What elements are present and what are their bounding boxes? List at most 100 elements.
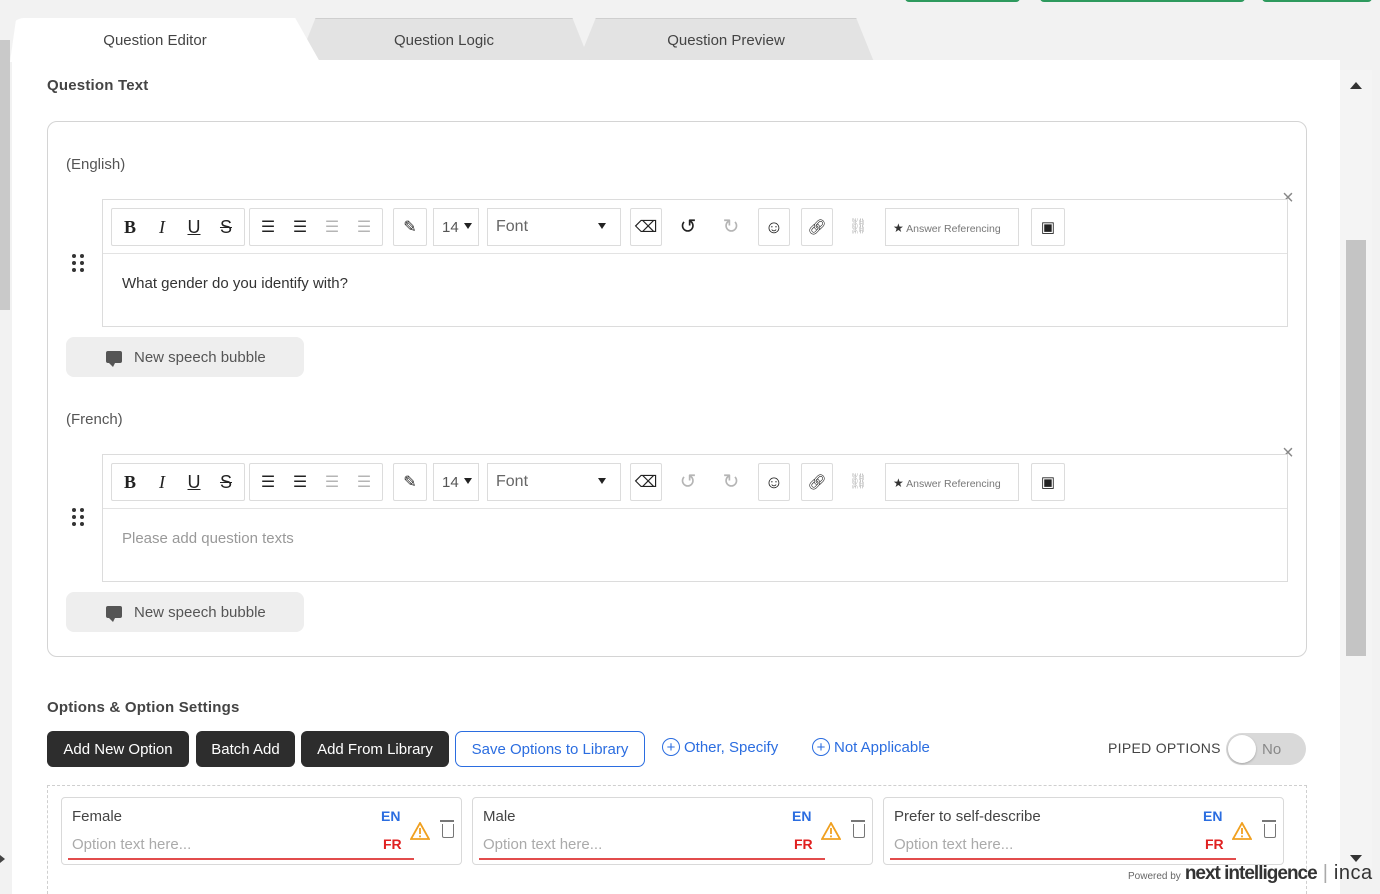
tab-label: Question Preview	[667, 31, 785, 49]
unlink-icon[interactable]: ⛓	[844, 212, 872, 240]
bold-icon[interactable]: B	[116, 468, 144, 496]
link-group: 🔗︎	[801, 208, 833, 246]
new-speech-bubble-button[interactable]: New speech bubble	[66, 592, 304, 632]
underline-icon[interactable]: U	[180, 213, 208, 241]
numbered-list-icon[interactable]: ☰	[286, 213, 314, 241]
not-applicable-button[interactable]: + Not Applicable	[812, 738, 930, 756]
french-editor: B I U S ☰ ☰ ☰ ☰ ✎ 14 Font ⌫ ↺ ↻ ☺ 🔗︎ ⛓ ★…	[102, 454, 1288, 582]
tab-question-editor[interactable]: Question Editor	[10, 18, 320, 62]
speech-bubble-icon	[106, 606, 122, 622]
answer-referencing-button[interactable]: ★ Answer Referencing	[885, 208, 1019, 246]
add-from-library-button[interactable]: Add From Library	[301, 731, 449, 767]
new-speech-bubble-button[interactable]: New speech bubble	[66, 337, 304, 377]
format-group: B I U S	[111, 463, 245, 501]
save-options-to-library-button[interactable]: Save Options to Library	[455, 731, 645, 767]
italic-icon[interactable]: I	[148, 213, 176, 241]
pen-icon[interactable]: ✎	[396, 213, 424, 241]
emoji-group: ☺	[758, 463, 790, 501]
chevron-down-icon	[464, 223, 472, 229]
undo-icon[interactable]: ↺	[674, 212, 702, 240]
font-size-select[interactable]: 14	[433, 208, 479, 246]
options-section-title: Options & Option Settings	[47, 699, 240, 716]
speech-bubble-icon	[106, 351, 122, 367]
piped-options-toggle[interactable]: No	[1226, 733, 1306, 765]
delete-icon[interactable]	[440, 820, 454, 838]
font-select[interactable]: Font	[487, 463, 621, 501]
undo-icon[interactable]: ↺	[674, 467, 702, 495]
font-value: Font	[496, 473, 529, 490]
pen-group: ✎	[393, 208, 427, 246]
tab-question-logic[interactable]: Question Logic	[298, 18, 590, 62]
brand-separator: |	[1322, 862, 1328, 884]
question-text-english[interactable]: What gender do you identify with?	[122, 275, 348, 292]
bullet-list-icon[interactable]: ☰	[254, 213, 282, 241]
question-text-title: Question Text	[47, 77, 149, 94]
outdent-icon[interactable]: ☰	[318, 468, 346, 496]
emoji-icon[interactable]: ☺	[760, 213, 788, 241]
option-text-en[interactable]: Female	[72, 808, 122, 825]
font-select[interactable]: Font	[487, 208, 621, 246]
option-text-en[interactable]: Prefer to self-describe	[894, 808, 1041, 825]
powered-by-brand: Powered by next intelligence | inca	[1128, 862, 1373, 885]
numbered-list-icon[interactable]: ☰	[286, 468, 314, 496]
tab-question-preview[interactable]: Question Preview	[578, 18, 874, 62]
delete-icon[interactable]	[851, 820, 865, 838]
bold-icon[interactable]: B	[116, 213, 144, 241]
link-icon[interactable]: 🔗︎	[803, 213, 831, 241]
lang-fr-badge: FR	[1205, 836, 1224, 852]
list-group: ☰ ☰ ☰ ☰	[249, 208, 383, 246]
option-text-fr-input[interactable]: Option text here...	[72, 836, 191, 853]
top-action-button-2[interactable]	[1040, 0, 1245, 2]
link-icon[interactable]: 🔗︎	[803, 468, 831, 496]
option-text-fr-input[interactable]: Option text here...	[483, 836, 602, 853]
indent-icon[interactable]: ☰	[350, 213, 378, 241]
missing-translation-underline	[68, 858, 414, 860]
left-scroll-arrow-icon[interactable]	[0, 855, 5, 863]
indent-icon[interactable]: ☰	[350, 468, 378, 496]
italic-icon[interactable]: I	[148, 468, 176, 496]
scrollbar-thumb[interactable]	[1346, 240, 1366, 656]
batch-add-button[interactable]: Batch Add	[196, 731, 295, 767]
strikethrough-icon[interactable]: S	[212, 213, 240, 241]
brand-logo-next-intelligence: next intelligence	[1184, 863, 1318, 884]
pen-group: ✎	[393, 463, 427, 501]
option-text-en[interactable]: Male	[483, 808, 516, 825]
lang-en-badge: EN	[381, 808, 401, 824]
top-action-button-1[interactable]	[905, 0, 1020, 2]
french-label: (French)	[66, 411, 123, 428]
answer-referencing-label: Answer Referencing	[906, 478, 1001, 490]
toggle-value: No	[1262, 741, 1282, 758]
left-scroll-rail[interactable]	[0, 40, 10, 310]
strikethrough-icon[interactable]: S	[212, 468, 240, 496]
option-text-fr-input[interactable]: Option text here...	[894, 836, 1013, 853]
eraser-icon[interactable]: ⌫	[632, 213, 660, 241]
image-icon[interactable]: ▣	[1034, 468, 1062, 496]
underline-icon[interactable]: U	[180, 468, 208, 496]
add-new-option-button[interactable]: Add New Option	[47, 731, 189, 767]
drag-handle-icon[interactable]	[72, 508, 84, 526]
tab-label: Question Logic	[393, 31, 495, 49]
image-icon[interactable]: ▣	[1034, 213, 1062, 241]
unlink-icon[interactable]: ⛓	[844, 467, 872, 495]
eraser-group: ⌫	[630, 463, 662, 501]
tab-label: Question Editor	[103, 31, 207, 49]
eraser-icon[interactable]: ⌫	[632, 468, 660, 496]
top-action-button-3[interactable]	[1262, 0, 1372, 2]
delete-icon[interactable]	[1262, 820, 1276, 838]
bullet-list-icon[interactable]: ☰	[254, 468, 282, 496]
redo-icon[interactable]: ↻	[717, 467, 745, 495]
scroll-down-arrow-icon[interactable]	[1350, 855, 1362, 862]
answer-referencing-button[interactable]: ★ Answer Referencing	[885, 463, 1019, 501]
redo-icon[interactable]: ↻	[717, 212, 745, 240]
question-text-french[interactable]: Please add question texts	[122, 530, 294, 547]
drag-handle-icon[interactable]	[72, 254, 84, 272]
emoji-icon[interactable]: ☺	[760, 468, 788, 496]
outdent-icon[interactable]: ☰	[318, 213, 346, 241]
speech-bubble-label: New speech bubble	[134, 348, 266, 366]
pen-icon[interactable]: ✎	[396, 468, 424, 496]
missing-translation-underline	[479, 858, 825, 860]
scroll-up-arrow-icon[interactable]	[1350, 82, 1362, 89]
font-size-select[interactable]: 14	[433, 463, 479, 501]
other-specify-button[interactable]: + Other, Specify	[662, 738, 778, 756]
missing-translation-underline	[890, 858, 1236, 860]
